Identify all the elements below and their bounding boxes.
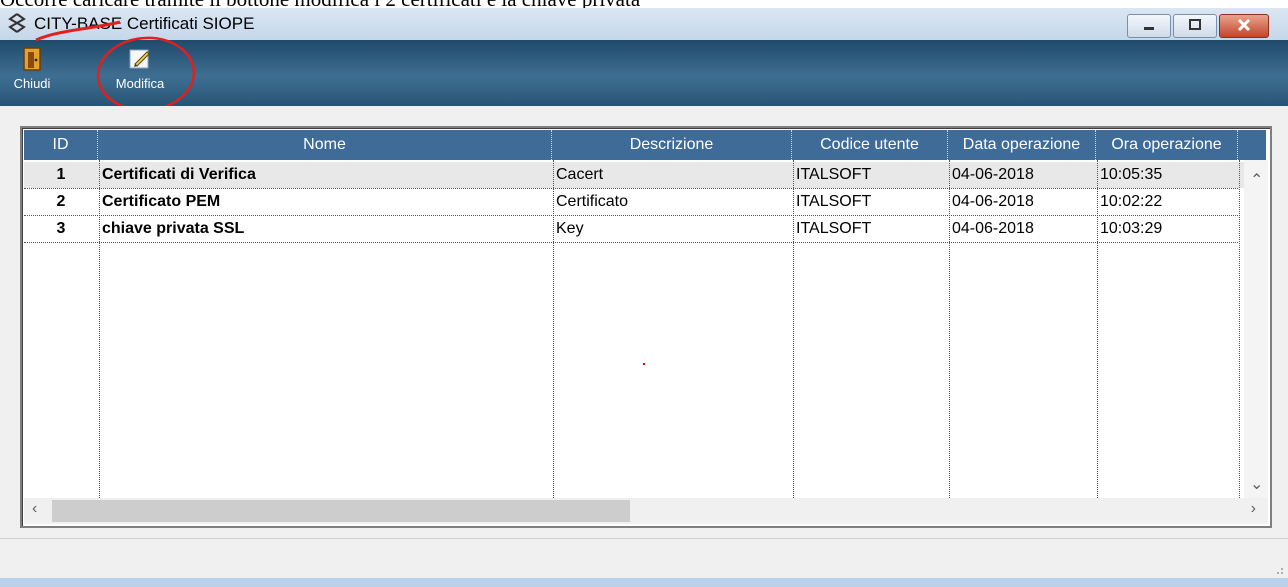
column-divider xyxy=(949,160,950,498)
maximize-icon xyxy=(1189,19,1201,30)
col-header-ora-operazione[interactable]: Ora operazione xyxy=(1096,130,1238,160)
close-icon xyxy=(1237,18,1251,32)
scroll-right-icon[interactable]: › xyxy=(1251,500,1256,518)
exit-door-icon xyxy=(19,46,45,72)
modifica-button[interactable]: Modifica xyxy=(110,46,170,91)
table-row[interactable]: 2 Certificato PEM Certificato ITALSOFT 0… xyxy=(24,189,1266,215)
cell-codice: ITALSOFT xyxy=(796,193,872,210)
grid-header: ID Nome Descrizione Codice utente Data o… xyxy=(24,130,1266,160)
cell-id: 2 xyxy=(56,193,66,210)
edit-pencil-icon xyxy=(127,46,153,72)
cell-id: 1 xyxy=(56,166,66,183)
column-divider xyxy=(1097,160,1098,498)
cell-data: 04-06-2018 xyxy=(952,220,1034,237)
minimize-button[interactable] xyxy=(1127,14,1171,38)
minimize-icon xyxy=(1144,27,1154,30)
row-divider xyxy=(24,188,1238,189)
row-divider xyxy=(24,242,1238,243)
maximize-button[interactable] xyxy=(1173,14,1217,38)
scroll-left-icon[interactable]: ‹ xyxy=(32,500,37,518)
cell-nome: Certificato PEM xyxy=(102,193,221,210)
modifica-label: Modifica xyxy=(115,76,165,91)
col-header-data-operazione[interactable]: Data operazione xyxy=(948,130,1096,160)
scrollbar-thumb[interactable] xyxy=(52,500,630,522)
cell-data: 04-06-2018 xyxy=(952,166,1034,183)
cell-ora: 10:05:35 xyxy=(1100,166,1163,183)
toolbar: Chiudi Modifica xyxy=(0,40,1288,106)
cell-id: 3 xyxy=(56,220,66,237)
vertical-scrollbar[interactable]: ⌃ ⌄ xyxy=(1244,160,1268,498)
scroll-down-icon[interactable]: ⌄ xyxy=(1250,474,1263,494)
title-bar[interactable]: CITY-BASE Certificati SIOPE xyxy=(0,8,1288,40)
column-divider xyxy=(99,160,100,498)
scroll-up-icon[interactable]: ⌃ xyxy=(1250,170,1263,190)
column-divider xyxy=(553,160,554,498)
window-bottom-border xyxy=(0,578,1288,587)
cell-descrizione: Certificato xyxy=(556,193,629,210)
row-divider xyxy=(24,215,1238,216)
col-header-descrizione[interactable]: Descrizione xyxy=(552,130,792,160)
column-divider xyxy=(1239,160,1240,498)
app-icon xyxy=(6,12,28,34)
horizontal-scrollbar[interactable]: ‹ › xyxy=(24,498,1268,524)
close-button[interactable] xyxy=(1219,14,1269,38)
table-row[interactable]: 3 chiave privata SSL Key ITALSOFT 04-06-… xyxy=(24,216,1266,242)
content-panel: ID Nome Descrizione Codice utente Data o… xyxy=(0,106,1288,538)
col-header-codice-utente[interactable]: Codice utente xyxy=(792,130,948,160)
status-bar xyxy=(0,538,1288,579)
column-divider xyxy=(793,160,794,498)
window-title: CITY-BASE Certificati SIOPE xyxy=(34,14,255,33)
cell-codice: ITALSOFT xyxy=(796,166,872,183)
chiudi-button[interactable]: Chiudi xyxy=(12,46,52,91)
col-header-id[interactable]: ID xyxy=(24,130,98,160)
stray-red-dot xyxy=(643,363,645,365)
resize-grip-icon[interactable] xyxy=(1274,565,1284,575)
table-row[interactable]: 1 Certificati di Verifica Cacert ITALSOF… xyxy=(24,162,1266,188)
col-header-nome[interactable]: Nome xyxy=(98,130,552,160)
cell-ora: 10:03:29 xyxy=(1100,220,1163,237)
chiudi-label: Chiudi xyxy=(13,76,51,91)
cell-ora: 10:02:22 xyxy=(1100,193,1163,210)
cell-nome: Certificati di Verifica xyxy=(102,166,256,183)
cell-nome: chiave privata SSL xyxy=(102,220,245,237)
cell-data: 04-06-2018 xyxy=(952,193,1034,210)
cell-descrizione: Key xyxy=(556,220,584,237)
certificates-grid[interactable]: ID Nome Descrizione Codice utente Data o… xyxy=(20,126,1272,528)
cell-codice: ITALSOFT xyxy=(796,220,872,237)
cell-descrizione: Cacert xyxy=(556,166,604,183)
